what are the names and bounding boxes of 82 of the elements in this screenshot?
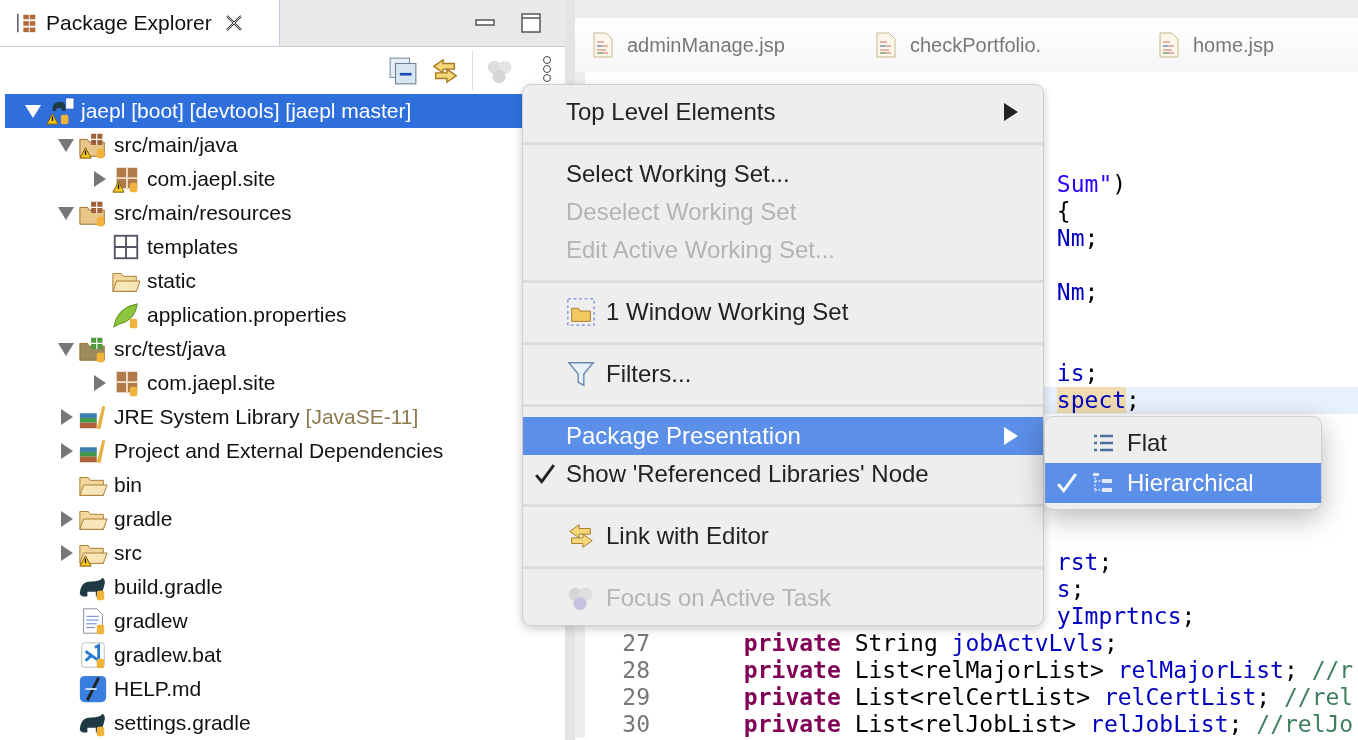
tab-label: home.jsp (1193, 33, 1275, 57)
code-token: ; (1103, 630, 1118, 656)
code-token: yImprtncs (1056, 603, 1182, 629)
line-number: 30 (621, 711, 650, 738)
tree-item-label: templates (146, 235, 239, 259)
code-token: ; (1283, 657, 1298, 683)
tree-structure-icon (1091, 471, 1115, 495)
code-token: s (1056, 576, 1071, 602)
editor-tab[interactable]: checkPortfolio. (858, 32, 1141, 58)
tree-item-label: src/main/resources (113, 201, 292, 225)
code-token: Sum" (1056, 171, 1113, 197)
tree-item-label: bin (113, 473, 143, 497)
tree-item[interactable]: settings.gradle (5, 706, 565, 740)
tree-item-decoration: [JavaSE-11] (305, 405, 419, 429)
tree-item-label: JRE System Library (113, 405, 300, 429)
code-token: { (1056, 198, 1071, 224)
tree-item[interactable]: gradlew.bat (5, 638, 565, 672)
file-icon (876, 32, 896, 58)
line-number: 27 (621, 630, 650, 657)
tree-item-label: jaepl [boot] [devtools] [jaepl master] (79, 99, 412, 123)
line-number: 28 (621, 657, 650, 684)
tree-item-label: HELP.md (113, 677, 202, 701)
code-token: spect (1056, 387, 1127, 413)
tree-item-label: build.gradle (113, 575, 223, 599)
code-token: ; (1084, 360, 1099, 386)
editor-tab[interactable]: adminManage.jsp (575, 32, 858, 58)
code-token: ; (1228, 711, 1243, 737)
line-number: 29 (621, 684, 650, 711)
code-token: ; (1126, 387, 1140, 413)
code-token: relJobList (1090, 711, 1229, 737)
close-icon[interactable] (223, 13, 244, 33)
code-token: //relJo (1256, 711, 1354, 737)
code-token: private (743, 684, 841, 710)
code-token: List<relCertList> (854, 684, 1091, 710)
tree-item-label: com.jaepl.site (146, 371, 276, 395)
code-token: String (854, 630, 938, 656)
file-icon (593, 32, 613, 58)
view-tab[interactable]: Package Explorer (0, 0, 280, 46)
code-token: ; (1084, 225, 1099, 251)
code-token: relCertList (1103, 684, 1257, 710)
code-token: //r (1311, 657, 1354, 683)
code-token: ; (1070, 576, 1085, 602)
link-arrows-icon (566, 521, 596, 551)
code-token: List<relMajorList> (854, 657, 1104, 683)
code-token: relMajorList (1117, 657, 1284, 683)
tree-item-label: static (146, 269, 196, 293)
maximize-icon[interactable] (519, 11, 543, 35)
filter-icon (566, 359, 596, 389)
working-set-icon (566, 297, 596, 327)
collapse-all-icon[interactable] (388, 55, 418, 86)
tree-item[interactable]: HELP.md (5, 672, 565, 706)
code-token: //rel (1283, 684, 1354, 710)
tree-item-label: application.properties (146, 303, 347, 327)
code-token: is (1056, 360, 1085, 386)
code-token: ; (1256, 684, 1271, 710)
package-tree-icon (16, 12, 38, 34)
code-token: Nm (1056, 279, 1085, 305)
code-token: rst (1056, 549, 1099, 575)
tree-item-label: com.jaepl.site (146, 167, 276, 191)
tree-item-label: src/main/java (113, 133, 238, 157)
tree-item-label: gradlew.bat (113, 643, 222, 667)
tree-item-label: gradlew (113, 609, 188, 633)
code-token: ; (1181, 603, 1196, 629)
tree-item-label: settings.gradle (113, 711, 251, 735)
tree-item-label: src (113, 541, 142, 565)
code-token: private (743, 657, 841, 683)
menu-item[interactable]: Flat (1045, 423, 1321, 463)
code-token: ; (1084, 279, 1099, 305)
editor-tab[interactable]: home.jsp (1141, 32, 1358, 58)
tree-item-label: Project and External Dependencies (113, 439, 444, 463)
code-token: ; (1098, 549, 1113, 575)
tree-item-label: gradle (113, 507, 173, 531)
code-token: jobActvLvls (951, 630, 1104, 656)
code-token: private (743, 711, 841, 737)
tree-item-label: src/test/java (113, 337, 227, 361)
code-token: private (743, 630, 841, 656)
tab-label: adminManage.jsp (627, 33, 785, 57)
tab-label: checkPortfolio. (910, 33, 1042, 57)
code-token: ) (1112, 171, 1127, 197)
code-token: List<relJobList> (854, 711, 1077, 737)
file-icon (1159, 32, 1179, 58)
code-token: Nm (1056, 225, 1085, 251)
